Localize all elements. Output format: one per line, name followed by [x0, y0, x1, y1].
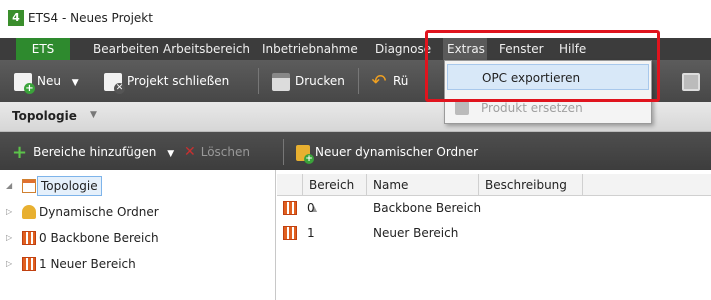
area-icon: [283, 201, 297, 215]
topology-tree: ◢ Topologie ▷ Dynamische Ordner ▷ 0 Back…: [0, 170, 276, 300]
plus-icon: +: [12, 141, 28, 163]
chevron-down-icon[interactable]: ▼: [167, 149, 174, 159]
undo-label: Rü: [393, 74, 409, 88]
column-header-beschreibung[interactable]: Beschreibung: [479, 174, 583, 196]
panel-title: Topologie: [12, 109, 77, 123]
collapsed-triangle-icon[interactable]: ▷: [6, 228, 16, 248]
chevron-down-icon[interactable]: ▼: [90, 110, 97, 120]
cell-bereich: 1: [307, 226, 315, 240]
tree-item-label: 1 Neuer Bereich: [39, 257, 136, 271]
toolbar-separator: [358, 68, 359, 94]
new-button-label: Neu: [37, 74, 61, 88]
collapsed-triangle-icon[interactable]: ▷: [6, 254, 16, 274]
title-bar: 4 ETS4 - Neues Projekt: [0, 0, 711, 38]
dynamic-folder-icon: [22, 205, 36, 219]
printer-icon: [272, 72, 290, 91]
topology-toolbar: + Bereiche hinzufügen ▼ ✕ Löschen + Neuer …: [0, 132, 711, 170]
expanded-triangle-icon[interactable]: ◢: [6, 176, 16, 196]
area-icon: [22, 231, 36, 245]
window-layout-icon: [682, 72, 700, 91]
print-label: Drucken: [295, 74, 345, 88]
tree-item-label: Topologie: [37, 176, 102, 196]
undo-button[interactable]: ↶ Rü: [370, 71, 408, 91]
menu-item-replace-product[interactable]: Produkt ersetzen: [445, 95, 651, 121]
menu-inbetriebnahme[interactable]: Inbetriebnahme: [262, 38, 358, 60]
topology-icon: [22, 179, 36, 193]
areas-table: Bereich ▲ Name Beschreibung 0 Backbone B…: [277, 170, 711, 300]
cell-bereich: 0: [307, 201, 315, 215]
replace-product-icon: [455, 101, 469, 115]
tree-item-dynamische-ordner[interactable]: ▷ Dynamische Ordner: [0, 202, 276, 222]
new-dynamic-folder-label: Neuer dynamischer Ordner: [315, 145, 479, 159]
menu-extras[interactable]: Extras: [443, 38, 487, 60]
area-icon: [283, 226, 297, 240]
new-dynamic-folder-button[interactable]: + Neuer dynamischer Ordner: [296, 142, 479, 164]
menu-arbeitsbereich[interactable]: Arbeitsbereich: [163, 38, 250, 60]
toolbar-separator: [258, 68, 259, 94]
menu-bar: ETS Bearbeiten Arbeitsbereich Inbetriebn…: [0, 38, 711, 60]
close-project-icon: ✕: [104, 72, 125, 94]
menu-ets[interactable]: ETS: [16, 38, 70, 60]
delete-label: Löschen: [200, 145, 250, 159]
tree-item-backbone-bereich[interactable]: ▷ 0 Backbone Bereich: [0, 228, 276, 248]
menu-hilfe[interactable]: Hilfe: [559, 38, 586, 60]
menu-diagnose[interactable]: Diagnose: [375, 38, 431, 60]
window-layout-button[interactable]: [682, 71, 705, 91]
new-button[interactable]: + Neu ▼: [14, 71, 79, 94]
add-areas-button[interactable]: + Bereiche hinzufügen ▼: [12, 142, 174, 162]
table-row[interactable]: 0 Backbone Bereich: [277, 197, 711, 219]
tree-item-neuer-bereich[interactable]: ▷ 1 Neuer Bereich: [0, 254, 276, 274]
dynamic-folder-add-icon: +: [296, 144, 314, 164]
toolbar-separator: [283, 139, 284, 165]
new-document-icon: +: [14, 72, 35, 94]
close-project-button[interactable]: ✕ Projekt schließen: [104, 71, 230, 94]
add-areas-label: Bereiche hinzufügen: [33, 145, 157, 159]
row-icon-column-header: [277, 174, 303, 196]
menu-item-label: OPC exportieren: [482, 71, 581, 85]
tree-item-topologie[interactable]: ◢ Topologie: [0, 176, 276, 196]
window-title: ETS4 - Neues Projekt: [28, 11, 153, 25]
table-row[interactable]: 1 Neuer Bereich: [277, 222, 711, 244]
menu-fenster[interactable]: Fenster: [499, 38, 544, 60]
close-project-label: Projekt schließen: [127, 74, 230, 88]
undo-arrow-icon: ↶: [371, 70, 387, 92]
cell-name: Neuer Bereich: [373, 226, 459, 240]
extras-menu-dropdown: OPC exportieren Produkt ersetzen: [444, 60, 652, 124]
delete-button[interactable]: ✕ Löschen: [184, 142, 250, 162]
column-header-bereich[interactable]: Bereich ▲: [303, 174, 367, 213]
delete-x-icon: ✕: [184, 144, 196, 160]
cell-name: Backbone Bereich: [373, 201, 482, 215]
chevron-down-icon[interactable]: ▼: [72, 78, 79, 88]
table-header: Bereich ▲ Name Beschreibung: [277, 174, 711, 213]
tree-item-label: 0 Backbone Bereich: [39, 231, 159, 245]
menu-item-opc-export[interactable]: OPC exportieren: [447, 64, 649, 90]
collapsed-triangle-icon[interactable]: ▷: [6, 202, 16, 222]
menu-bearbeiten[interactable]: Bearbeiten: [93, 38, 159, 60]
menu-item-label: Produkt ersetzen: [481, 101, 583, 115]
column-header-name[interactable]: Name: [367, 174, 479, 196]
ets-app-icon: 4: [8, 10, 24, 26]
print-button[interactable]: Drucken: [272, 71, 345, 91]
tree-item-label: Dynamische Ordner: [39, 205, 159, 219]
area-icon: [22, 257, 36, 271]
